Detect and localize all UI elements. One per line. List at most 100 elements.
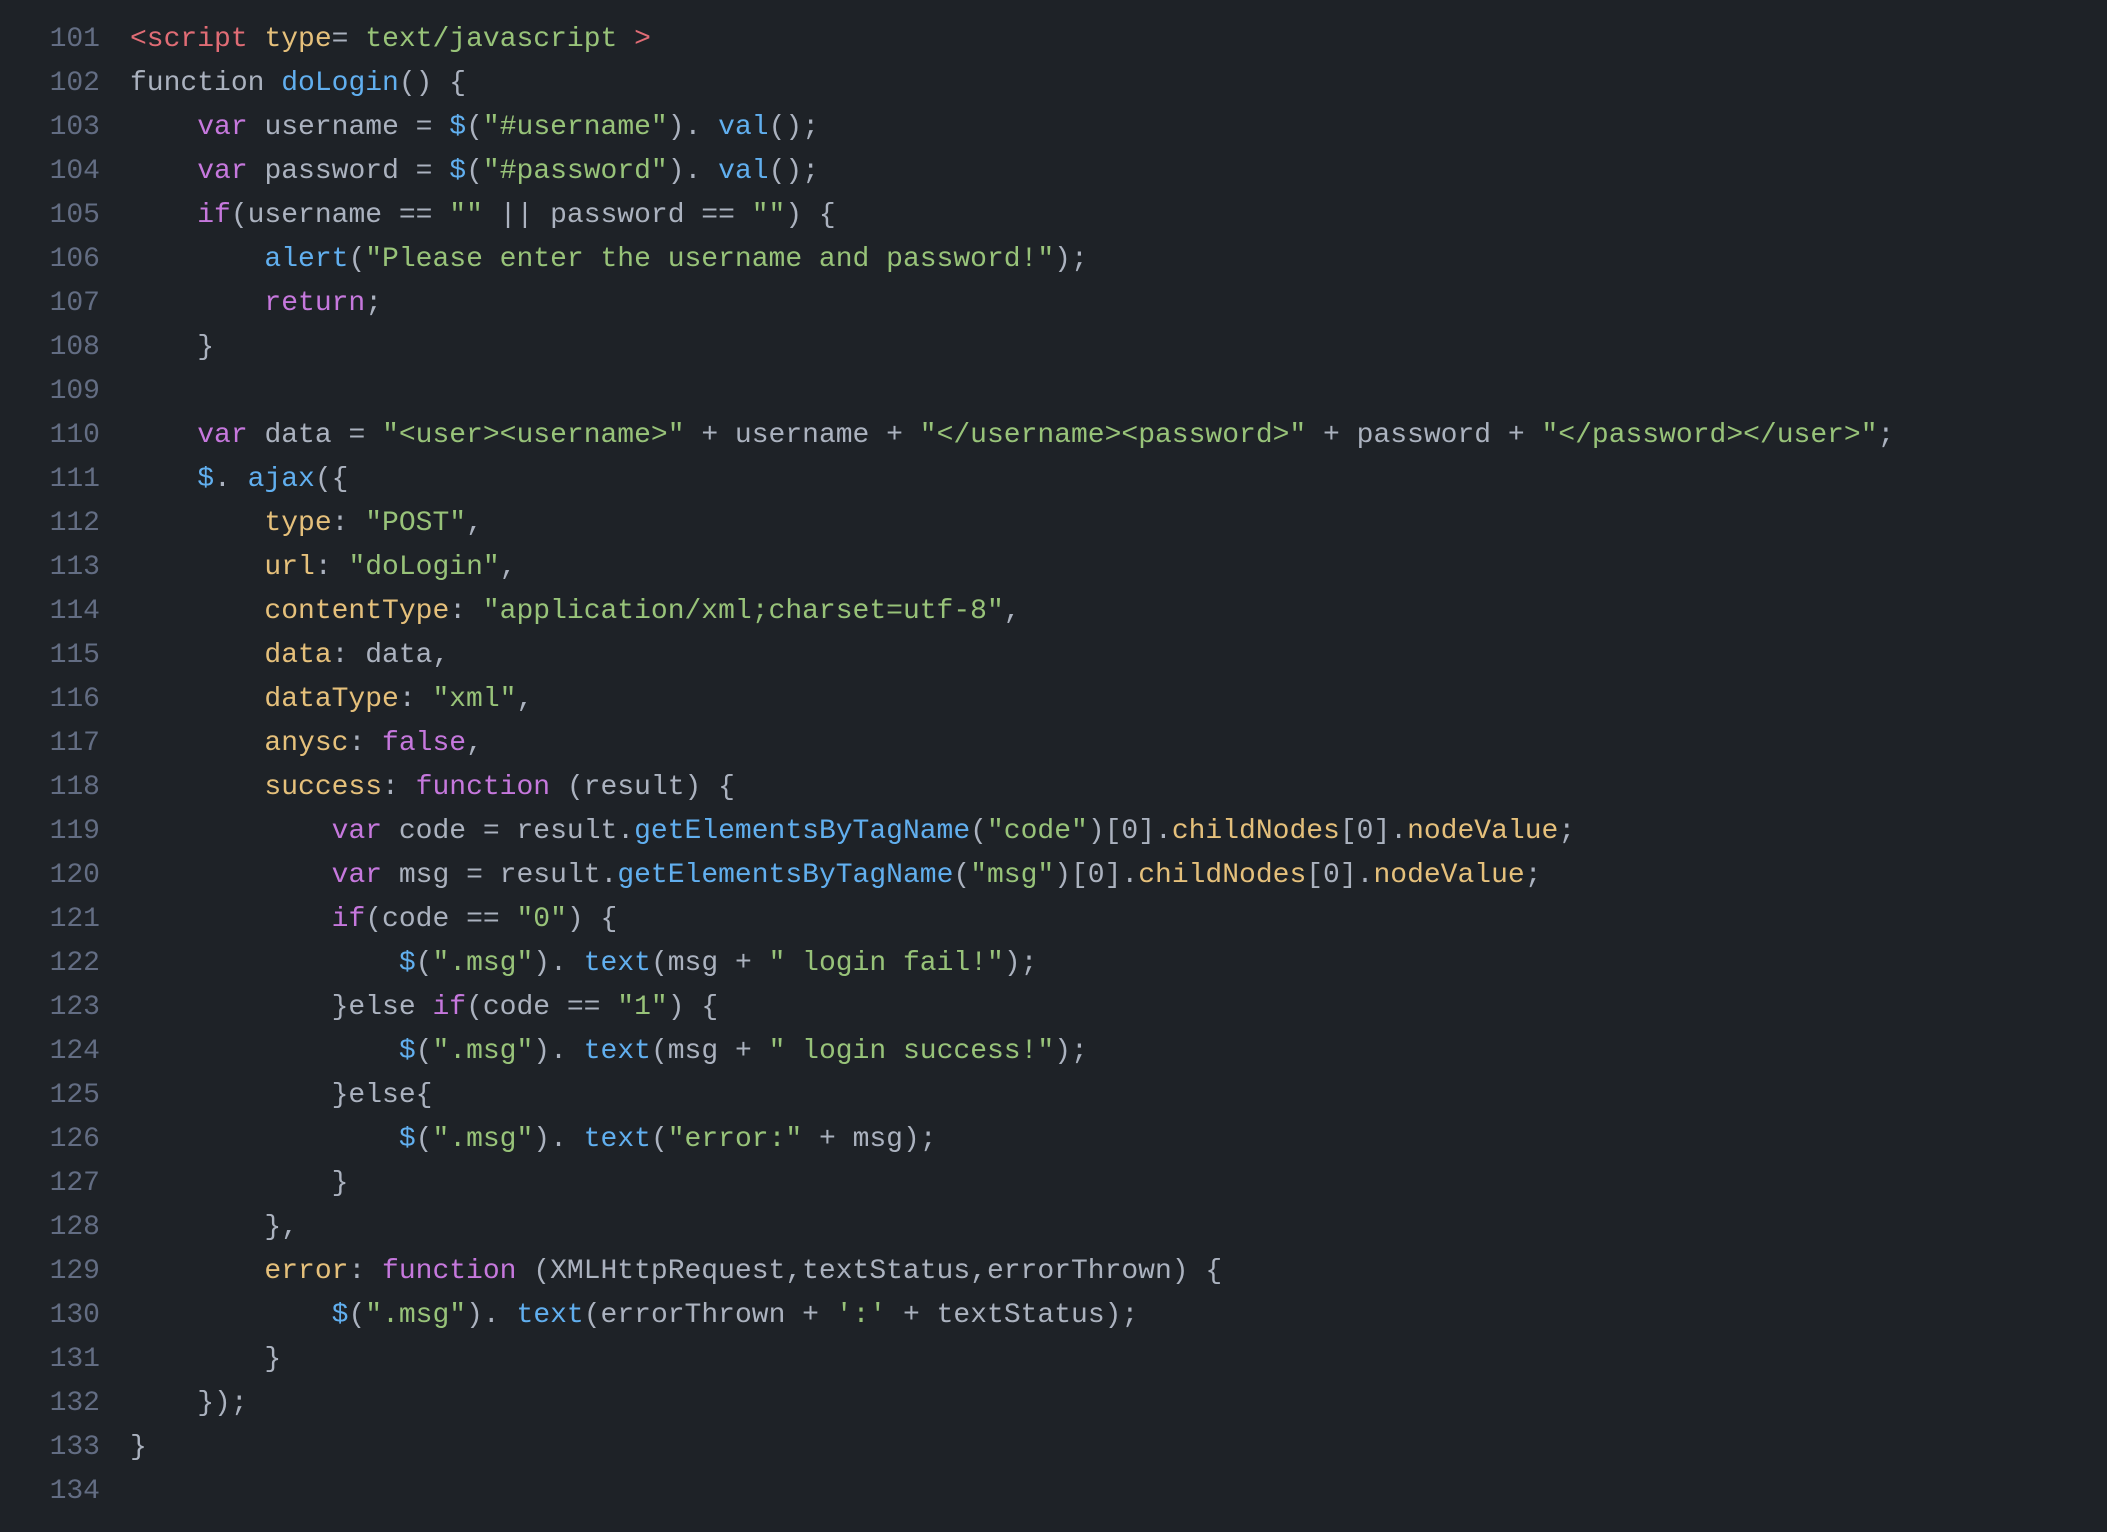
line-content: contentType: "application/xml;charset=ut… bbox=[130, 590, 2087, 633]
code-token: ) { bbox=[785, 200, 835, 231]
code-token: ".msg" bbox=[432, 948, 533, 979]
line-number: 131 bbox=[20, 1338, 100, 1381]
code-token: }else{ bbox=[130, 1080, 432, 1111]
code-token: + msg); bbox=[802, 1124, 936, 1155]
code-line: 110 var data = "<user><username>" + user… bbox=[0, 414, 2107, 458]
line-number: 106 bbox=[20, 238, 100, 281]
code-token bbox=[130, 1300, 332, 1331]
code-token: "</password></user>" bbox=[1541, 420, 1877, 451]
line-content: error: function (XMLHttpRequest,textStat… bbox=[130, 1250, 2087, 1293]
code-token: ); bbox=[1004, 948, 1038, 979]
code-token: (XMLHttpRequest,textStatus,errorThrown) … bbox=[516, 1256, 1222, 1287]
line-content: function doLogin() { bbox=[130, 62, 2087, 105]
line-content: type: "POST", bbox=[130, 502, 2087, 545]
code-token: : bbox=[315, 552, 349, 583]
code-line: 105 if(username == "" || password == "")… bbox=[0, 194, 2107, 238]
code-token: error bbox=[264, 1256, 348, 1287]
code-line: 111 $. ajax({ bbox=[0, 458, 2107, 502]
code-token bbox=[130, 772, 264, 803]
code-token: } bbox=[130, 1344, 281, 1375]
code-token: ). bbox=[466, 1300, 516, 1331]
code-token: (msg + bbox=[651, 1036, 769, 1067]
code-line: 131 } bbox=[0, 1338, 2107, 1382]
code-token: text/javascript bbox=[365, 24, 617, 55]
code-token: anysc bbox=[264, 728, 348, 759]
line-number: 125 bbox=[20, 1074, 100, 1117]
code-line: 133} bbox=[0, 1426, 2107, 1470]
code-token bbox=[130, 552, 264, 583]
code-token: ajax bbox=[248, 464, 315, 495]
code-token: . bbox=[214, 464, 248, 495]
code-line: 122 $(".msg"). text(msg + " login fail!"… bbox=[0, 942, 2107, 986]
line-content: success: function (result) { bbox=[130, 766, 2087, 809]
line-number: 129 bbox=[20, 1250, 100, 1293]
line-content: } bbox=[130, 1162, 2087, 1205]
code-token: var bbox=[197, 156, 247, 187]
code-token: "</username><password>" bbox=[920, 420, 1306, 451]
code-token: [0]. bbox=[1306, 860, 1373, 891]
code-token: return bbox=[264, 288, 365, 319]
code-token: contentType bbox=[264, 596, 449, 627]
line-number: 112 bbox=[20, 502, 100, 545]
code-token: (errorThrown + bbox=[584, 1300, 836, 1331]
code-token bbox=[130, 112, 197, 143]
code-token: ( bbox=[348, 1300, 365, 1331]
code-token: (username == bbox=[231, 200, 449, 231]
code-token: " login fail!" bbox=[769, 948, 1004, 979]
code-token: (); bbox=[769, 112, 819, 143]
line-number: 124 bbox=[20, 1030, 100, 1073]
code-token bbox=[130, 728, 264, 759]
code-token: ; bbox=[1525, 860, 1542, 891]
code-token: ".msg" bbox=[432, 1124, 533, 1155]
code-token: getElementsByTagName bbox=[634, 816, 970, 847]
code-token: , bbox=[466, 508, 483, 539]
code-line: 115 data: data, bbox=[0, 634, 2107, 678]
code-token: }else bbox=[130, 992, 432, 1023]
code-line: 106 alert("Please enter the username and… bbox=[0, 238, 2107, 282]
code-token: : bbox=[348, 1256, 382, 1287]
line-number: 123 bbox=[20, 986, 100, 1029]
line-content: dataType: "xml", bbox=[130, 678, 2087, 721]
code-line: 101<script type= text/javascript > bbox=[0, 18, 2107, 62]
code-line: 126 $(".msg"). text("error:" + msg); bbox=[0, 1118, 2107, 1162]
code-token: " login success!" bbox=[769, 1036, 1055, 1067]
code-token: $ bbox=[399, 948, 416, 979]
line-content: $(".msg"). text(msg + " login success!")… bbox=[130, 1030, 2087, 1073]
code-token: ). bbox=[668, 112, 718, 143]
code-token bbox=[130, 904, 332, 935]
code-line: 116 dataType: "xml", bbox=[0, 678, 2107, 722]
line-number: 120 bbox=[20, 854, 100, 897]
code-token: text bbox=[584, 1036, 651, 1067]
code-token: }, bbox=[130, 1212, 298, 1243]
line-number: 104 bbox=[20, 150, 100, 193]
code-line: 128 }, bbox=[0, 1206, 2107, 1250]
code-line: 132 }); bbox=[0, 1382, 2107, 1426]
code-line: 103 var username = $("#username"). val()… bbox=[0, 106, 2107, 150]
code-token: ) { bbox=[567, 904, 617, 935]
code-token bbox=[130, 1256, 264, 1287]
code-line: 108 } bbox=[0, 326, 2107, 370]
code-token: var bbox=[332, 860, 382, 891]
code-token: [0]. bbox=[1340, 816, 1407, 847]
code-token: doLogin bbox=[281, 68, 399, 99]
code-token bbox=[130, 156, 197, 187]
line-content: }, bbox=[130, 1206, 2087, 1249]
code-token bbox=[130, 200, 197, 231]
code-token: "#username" bbox=[483, 112, 668, 143]
code-token: , bbox=[500, 552, 517, 583]
code-token: function bbox=[416, 772, 550, 803]
line-content: } bbox=[130, 1426, 2087, 1469]
code-token: + textStatus); bbox=[886, 1300, 1138, 1331]
code-token: (code == bbox=[365, 904, 516, 935]
code-line: 117 anysc: false, bbox=[0, 722, 2107, 766]
code-token: $ bbox=[399, 1036, 416, 1067]
code-token: } bbox=[130, 1432, 147, 1463]
code-line: 120 var msg = result.getElementsByTagNam… bbox=[0, 854, 2107, 898]
code-token: nodeValue bbox=[1373, 860, 1524, 891]
code-token: ( bbox=[416, 948, 433, 979]
code-token: data = bbox=[248, 420, 382, 451]
line-number: 107 bbox=[20, 282, 100, 325]
code-token: : bbox=[332, 508, 366, 539]
line-number: 108 bbox=[20, 326, 100, 369]
line-content: url: "doLogin", bbox=[130, 546, 2087, 589]
